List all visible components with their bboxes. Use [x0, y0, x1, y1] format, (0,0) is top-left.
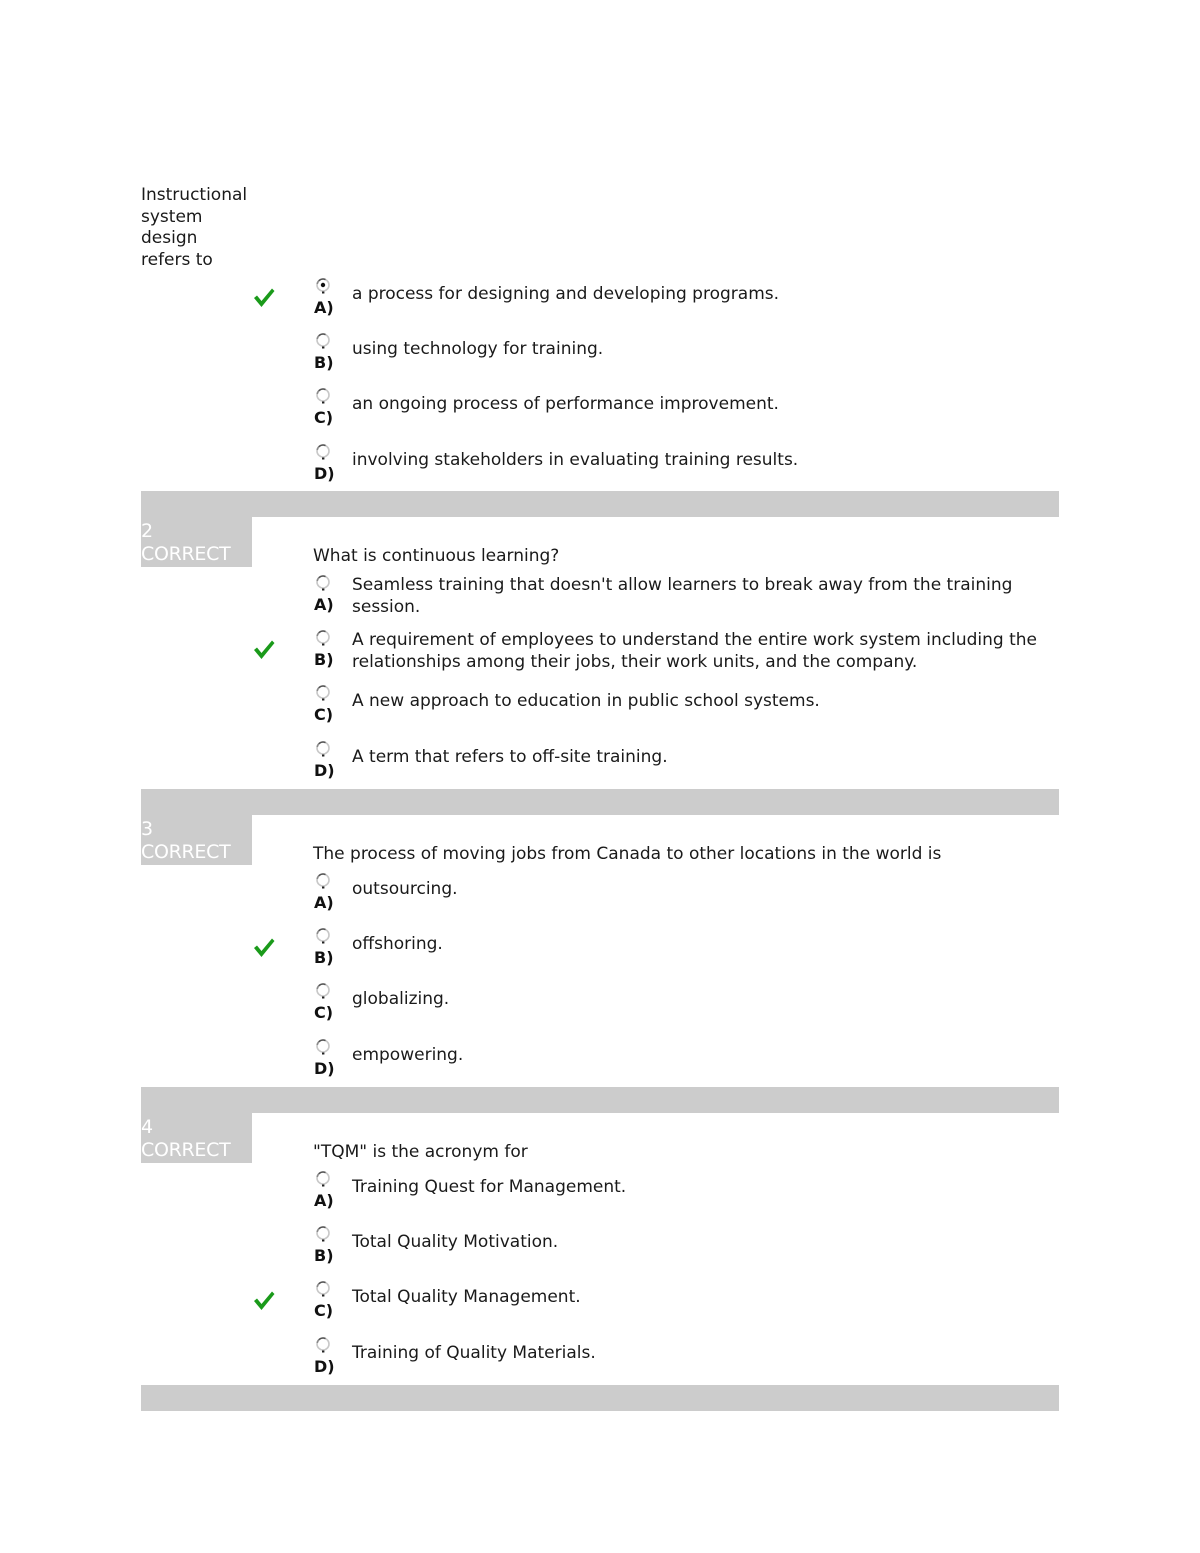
question-header: 3 CORRECT	[141, 815, 252, 865]
option-text: using technology for training.	[352, 339, 604, 359]
radio-button[interactable]	[314, 684, 332, 702]
option-a[interactable]: A) a process for designing and developin…	[141, 277, 1059, 332]
option-text: Seamless training that doesn't allow lea…	[352, 575, 1013, 617]
option-a[interactable]: A) Training Quest for Management.	[141, 1170, 1059, 1225]
question-1-stem: Instructional system design refers to	[141, 185, 261, 271]
radio-button[interactable]	[314, 1170, 332, 1188]
question-header: 2 CORRECT	[141, 517, 252, 567]
option-letter: C)	[314, 1003, 334, 1022]
option-text: Total Quality Motivation.	[352, 1232, 559, 1252]
option-letter: D)	[314, 464, 335, 483]
option-letter: A)	[314, 1191, 334, 1210]
option-a[interactable]: A) outsourcing.	[141, 872, 1059, 927]
option-text: A new approach to education in public sc…	[352, 691, 820, 711]
radio-button[interactable]	[314, 982, 332, 1000]
option-a[interactable]: A) Seamless training that doesn't allow …	[141, 574, 1059, 629]
correct-check-icon	[251, 285, 277, 311]
correct-check-icon	[251, 935, 277, 961]
question-stem: What is continuous learning?	[313, 546, 560, 566]
radio-button[interactable]	[314, 443, 332, 461]
option-letter: D)	[314, 1059, 335, 1078]
option-c[interactable]: C) globalizing.	[141, 982, 1059, 1037]
correct-check-icon	[251, 637, 277, 663]
radio-button[interactable]	[314, 1336, 332, 1354]
question-header: 4 CORRECT	[141, 1113, 252, 1163]
option-text: an ongoing process of performance improv…	[352, 394, 779, 414]
radio-button[interactable]	[314, 872, 332, 890]
option-letter: B)	[314, 650, 334, 669]
radio-button[interactable]	[314, 740, 332, 758]
option-c[interactable]: C) A new approach to education in public…	[141, 684, 1059, 739]
option-text: outsourcing.	[352, 879, 458, 899]
option-b[interactable]: B) Total Quality Motivation.	[141, 1225, 1059, 1280]
correct-check-icon	[251, 1288, 277, 1314]
option-text: a process for designing and developing p…	[352, 284, 780, 304]
option-d[interactable]: D) A term that refers to off-site traini…	[141, 740, 1059, 795]
option-d[interactable]: D) involving stakeholders in evaluating …	[141, 443, 1059, 498]
option-d[interactable]: D) Training of Quality Materials.	[141, 1336, 1059, 1391]
question-number: 3	[141, 818, 153, 840]
option-text: involving stakeholders in evaluating tra…	[352, 450, 799, 470]
option-letter: C)	[314, 705, 334, 724]
status-label: CORRECT	[141, 543, 231, 565]
separator-bar	[141, 1087, 1059, 1113]
option-text: Training of Quality Materials.	[352, 1343, 596, 1363]
option-letter: A)	[314, 893, 334, 912]
question-number: 2	[141, 520, 153, 542]
option-text: globalizing.	[352, 989, 450, 1009]
option-letter: A)	[314, 595, 334, 614]
question-stem: The process of moving jobs from Canada t…	[313, 844, 942, 864]
option-d[interactable]: D) empowering.	[141, 1038, 1059, 1093]
option-text: Total Quality Management.	[352, 1287, 581, 1307]
quiz-results-page: Instructional system design refers to A)…	[0, 0, 1200, 1553]
separator-bar	[141, 789, 1059, 815]
option-letter: B)	[314, 948, 334, 967]
radio-button-selected[interactable]	[314, 277, 332, 295]
option-text: A term that refers to off-site training.	[352, 747, 668, 767]
radio-button[interactable]	[314, 927, 332, 945]
stem-line: system	[141, 206, 203, 227]
option-text: offshoring.	[352, 934, 443, 954]
radio-button[interactable]	[314, 332, 332, 350]
option-text: empowering.	[352, 1045, 464, 1065]
option-letter: D)	[314, 1357, 335, 1376]
separator-bar	[141, 491, 1059, 517]
option-letter: B)	[314, 353, 334, 372]
option-b[interactable]: B) offshoring.	[141, 927, 1059, 982]
option-text: A requirement of employees to understand…	[352, 630, 1037, 672]
option-letter: C)	[314, 408, 334, 427]
option-letter: C)	[314, 1301, 334, 1320]
option-c[interactable]: C) Total Quality Management.	[141, 1280, 1059, 1335]
question-number: 4	[141, 1116, 153, 1138]
radio-button[interactable]	[314, 1280, 332, 1298]
option-letter: B)	[314, 1246, 334, 1265]
status-label: CORRECT	[141, 1139, 231, 1161]
separator-bar	[141, 1385, 1059, 1411]
question-stem: "TQM" is the acronym for	[313, 1142, 528, 1162]
option-b[interactable]: B) A requirement of employees to underst…	[141, 629, 1059, 684]
option-b[interactable]: B) using technology for training.	[141, 332, 1059, 387]
option-c[interactable]: C) an ongoing process of performance imp…	[141, 387, 1059, 442]
stem-line: design	[141, 228, 198, 248]
stem-line: Instructional	[141, 185, 248, 205]
option-text: Training Quest for Management.	[352, 1177, 627, 1197]
radio-button[interactable]	[314, 574, 332, 592]
radio-button[interactable]	[314, 387, 332, 405]
option-letter: D)	[314, 761, 335, 780]
option-letter: A)	[314, 298, 334, 317]
status-label: CORRECT	[141, 841, 231, 863]
radio-button[interactable]	[314, 1038, 332, 1056]
radio-button[interactable]	[314, 629, 332, 647]
stem-line: refers to	[141, 249, 213, 270]
radio-button[interactable]	[314, 1225, 332, 1243]
